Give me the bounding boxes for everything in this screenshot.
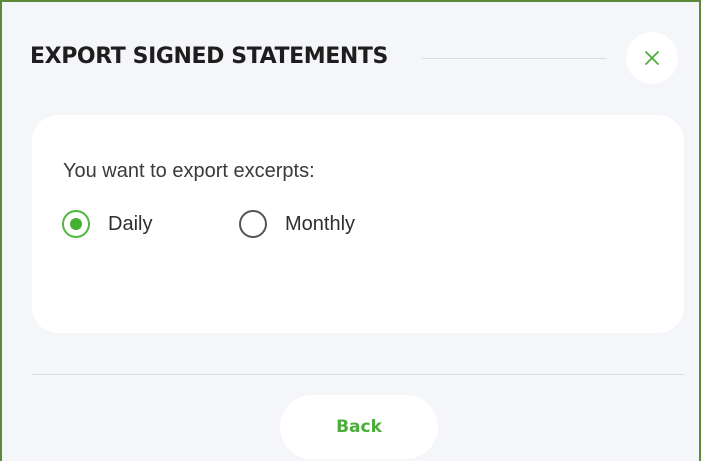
export-dialog: EXPORT SIGNED STATEMENTS You want to exp… bbox=[0, 0, 701, 461]
radio-label-monthly: Monthly bbox=[285, 212, 356, 235]
radio-option-monthly[interactable]: Monthly bbox=[239, 207, 355, 241]
dialog-title: EXPORT SIGNED STATEMENTS bbox=[30, 44, 388, 69]
radio-button-daily[interactable] bbox=[62, 210, 90, 238]
radio-label-daily: Daily bbox=[108, 212, 153, 235]
dialog-header: EXPORT SIGNED STATEMENTS bbox=[30, 16, 679, 84]
close-x-icon bbox=[645, 51, 659, 65]
export-question: You want to export excerpts: bbox=[63, 160, 315, 182]
title-divider-line bbox=[422, 58, 606, 59]
radio-option-daily[interactable]: Daily bbox=[62, 207, 152, 241]
footer-divider bbox=[32, 374, 684, 375]
radio-selected-dot bbox=[70, 218, 82, 230]
options-card: You want to export excerpts: Daily Month… bbox=[32, 115, 684, 333]
radio-button-monthly[interactable] bbox=[239, 210, 267, 238]
close-button[interactable] bbox=[626, 32, 678, 84]
back-button[interactable]: Back bbox=[280, 395, 438, 459]
